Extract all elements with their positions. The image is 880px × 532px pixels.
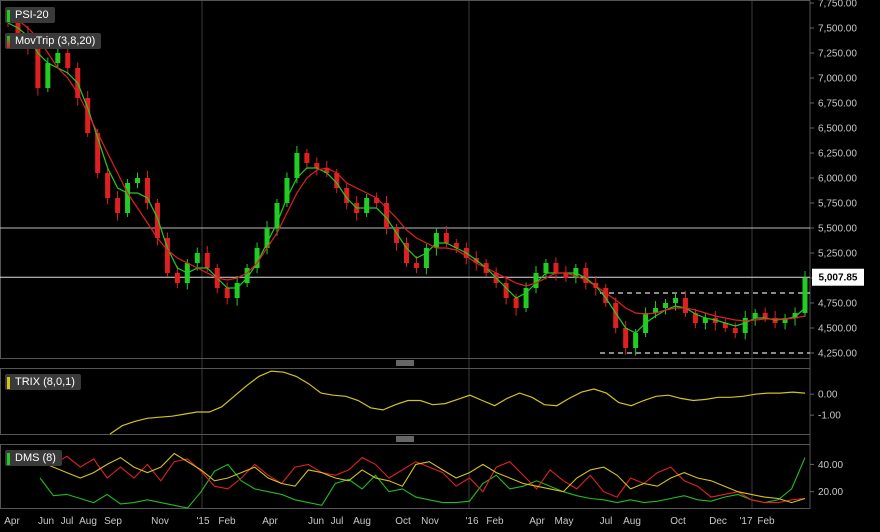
symbol-legend-label: PSI-20 <box>15 9 49 21</box>
time-axis-label: '16 <box>465 516 478 527</box>
time-axis-label: Jul <box>600 516 613 527</box>
current-price-marker: 5,007.85 <box>812 268 864 286</box>
time-axis-label: '15 <box>196 516 209 527</box>
time-axis-label: Nov <box>421 516 439 527</box>
candle-body <box>125 183 131 213</box>
candle-body <box>135 178 141 183</box>
time-axis-label: May <box>555 516 574 527</box>
candle-body <box>174 273 180 283</box>
time-axis-label: Jun <box>308 516 324 527</box>
overlay-legend[interactable]: MovTrip (3,8,20) <box>5 33 102 49</box>
price-tick-label: 4,250.00 <box>818 349 857 360</box>
price-tick-label: 6,750.00 <box>818 99 857 110</box>
price-tick-label: 5,750.00 <box>818 199 857 210</box>
price-tick-label: 7,750.00 <box>818 0 857 10</box>
candle-body <box>154 203 160 238</box>
candle-body <box>194 253 200 263</box>
candle-body <box>115 198 121 213</box>
candle-body <box>513 298 519 308</box>
price-tick-label: 7,250.00 <box>818 49 857 60</box>
candle-body <box>45 63 51 88</box>
time-axis-label: Aug <box>623 516 641 527</box>
time-axis-label: Apr <box>4 516 20 527</box>
trix-tick-label: 0.00 <box>818 390 838 401</box>
candle-body <box>802 278 808 313</box>
price-tick-label: 7,500.00 <box>818 24 857 35</box>
candle-body <box>672 298 678 303</box>
candle-body <box>364 198 370 213</box>
candle-body <box>682 298 688 313</box>
time-axis-label: '17 <box>739 516 752 527</box>
candle-body <box>732 328 738 333</box>
candle-body <box>633 333 639 348</box>
time-axis-label: Jun <box>38 516 54 527</box>
candle-body <box>314 163 320 168</box>
price-tick-label: 5,500.00 <box>818 224 857 235</box>
trix-legend-label: TRIX (8,0,1) <box>15 376 75 388</box>
time-axis-label: Apr <box>262 516 278 527</box>
time-axis-label: Apr <box>529 516 545 527</box>
candle-body <box>663 303 669 308</box>
candle-body <box>752 313 758 318</box>
time-axis-label: Jul <box>61 516 74 527</box>
time-axis-label: Oct <box>670 516 686 527</box>
symbol-color-swatch <box>7 10 10 22</box>
dms-legend-label: DMS (8) <box>15 452 56 464</box>
dms-legend[interactable]: DMS (8) <box>5 450 62 466</box>
price-tick-label: 6,000.00 <box>818 174 857 185</box>
time-axis-label: Nov <box>151 516 169 527</box>
trix-tick-label: -1.00 <box>818 411 841 422</box>
overlay-color-swatch <box>7 36 10 48</box>
candle-body <box>304 153 310 163</box>
candle-body <box>65 53 71 68</box>
time-axis-label: Jul <box>331 516 344 527</box>
symbol-legend[interactable]: PSI-20 <box>5 7 55 23</box>
dms-color-swatch <box>7 453 10 465</box>
candle-body <box>224 288 230 298</box>
stock-chart[interactable]: 7,750.00 7,500.00 7,250.00 7,000.00 6,750.00… <box>0 0 880 532</box>
price-tick-label: 6,250.00 <box>818 149 857 160</box>
candle-body <box>204 253 210 268</box>
time-axis-label: Feb <box>218 516 236 527</box>
time-axis-label: Dec <box>709 516 727 527</box>
time-axis-label: Oct <box>395 516 411 527</box>
current-price-label: 5,007.85 <box>819 273 858 284</box>
time-axis-label: Feb <box>486 516 504 527</box>
time-axis-label: Aug <box>79 516 97 527</box>
time-axis-label: Sep <box>104 516 122 527</box>
price-tick-label: 5,250.00 <box>818 249 857 260</box>
trix-color-swatch <box>7 377 10 389</box>
overlay-legend-label: MovTrip (3,8,20) <box>15 35 96 47</box>
price-tick-label: 7,000.00 <box>818 74 857 85</box>
candle-body <box>55 53 61 63</box>
candle-body <box>762 313 768 318</box>
price-tick-label: 4,750.00 <box>818 299 857 310</box>
candle-body <box>623 328 629 348</box>
trix-legend[interactable]: TRIX (8,0,1) <box>5 374 81 390</box>
price-tick-label: 4,500.00 <box>818 324 857 335</box>
dms-tick-label: 20.00 <box>818 487 843 498</box>
candle-body <box>234 283 240 298</box>
candle-body <box>433 233 439 248</box>
candle-body <box>553 263 559 273</box>
candle-body <box>294 153 300 178</box>
candle-body <box>105 173 111 198</box>
price-tick-label: 6,500.00 <box>818 124 857 135</box>
candle-body <box>413 263 419 268</box>
time-axis-label: Feb <box>757 516 775 527</box>
time-axis-label: Aug <box>353 516 371 527</box>
dms-tick-label: 40.00 <box>818 460 843 471</box>
candle-body <box>443 233 449 243</box>
candle-body <box>543 263 549 273</box>
